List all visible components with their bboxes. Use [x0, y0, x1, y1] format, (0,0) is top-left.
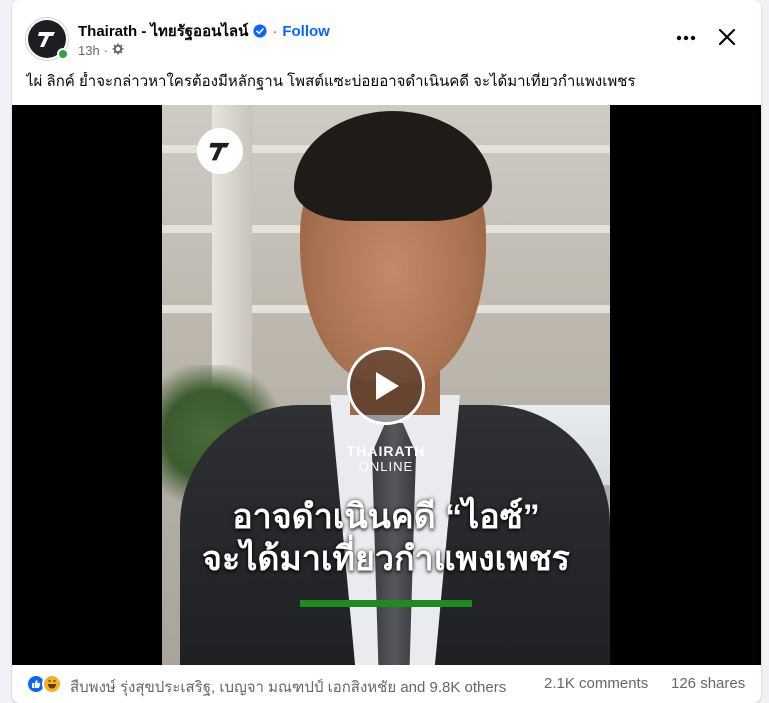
reaction-icons[interactable]	[26, 674, 66, 694]
watermark-title: THAIRATH	[346, 443, 426, 459]
globe-gear-icon[interactable]	[112, 43, 124, 58]
page-name[interactable]: Thairath - ไทยรัฐออนไลน์	[78, 19, 248, 43]
video-player[interactable]: THAIRATH ONLINE อาจดำเนินคดี “ไอซ์” จะได…	[12, 105, 761, 665]
play-button[interactable]	[347, 347, 425, 425]
shares-count[interactable]: 126 shares	[671, 675, 745, 692]
reactors-summary[interactable]: สืบพงษ์ รุ่งสุขประเสริฐ, เบญจา มณฑปป์ เอ…	[70, 675, 506, 699]
separator-dot: ·	[272, 22, 278, 40]
haha-reaction-icon	[42, 674, 62, 694]
meta-separator: ·	[103, 43, 109, 58]
video-caption-line2: จะได้มาเที่ยวกำแพงเพชร	[202, 540, 570, 578]
more-options-icon[interactable]	[672, 24, 700, 52]
post-author-row: Thairath - ไทยรัฐออนไลน์ · Follow	[78, 19, 330, 43]
video-caption-line1: อาจดำเนินคดี “ไอซ์”	[232, 498, 540, 536]
verified-badge-icon	[253, 24, 267, 38]
caption-accent-bar	[300, 600, 472, 607]
online-status-dot	[57, 48, 69, 60]
close-icon[interactable]	[713, 23, 741, 51]
post-meta: 13h ·	[78, 43, 124, 58]
post-card: Thairath - ไทยรัฐออนไลน์ · Follow 13h ·	[12, 0, 761, 703]
post-header: Thairath - ไทยรัฐออนไลน์ · Follow 13h ·	[12, 0, 761, 68]
post-text: ไผ่ ลิกค์ ย้ำจะกล่าวหาใครต้องมีหลักฐาน โ…	[26, 73, 636, 90]
post-timestamp[interactable]: 13h	[78, 43, 100, 58]
thairath-brand-icon	[197, 128, 243, 174]
video-frame: THAIRATH ONLINE อาจดำเนินคดี “ไอซ์” จะได…	[162, 105, 610, 665]
comments-count[interactable]: 2.1K comments	[544, 675, 648, 692]
play-icon	[376, 372, 399, 400]
follow-button[interactable]: Follow	[282, 23, 330, 40]
post-footer: สืบพงษ์ รุ่งสุขประเสริฐ, เบญจา มณฑปป์ เอ…	[12, 665, 761, 703]
watermark-subtitle: ONLINE	[358, 459, 414, 474]
